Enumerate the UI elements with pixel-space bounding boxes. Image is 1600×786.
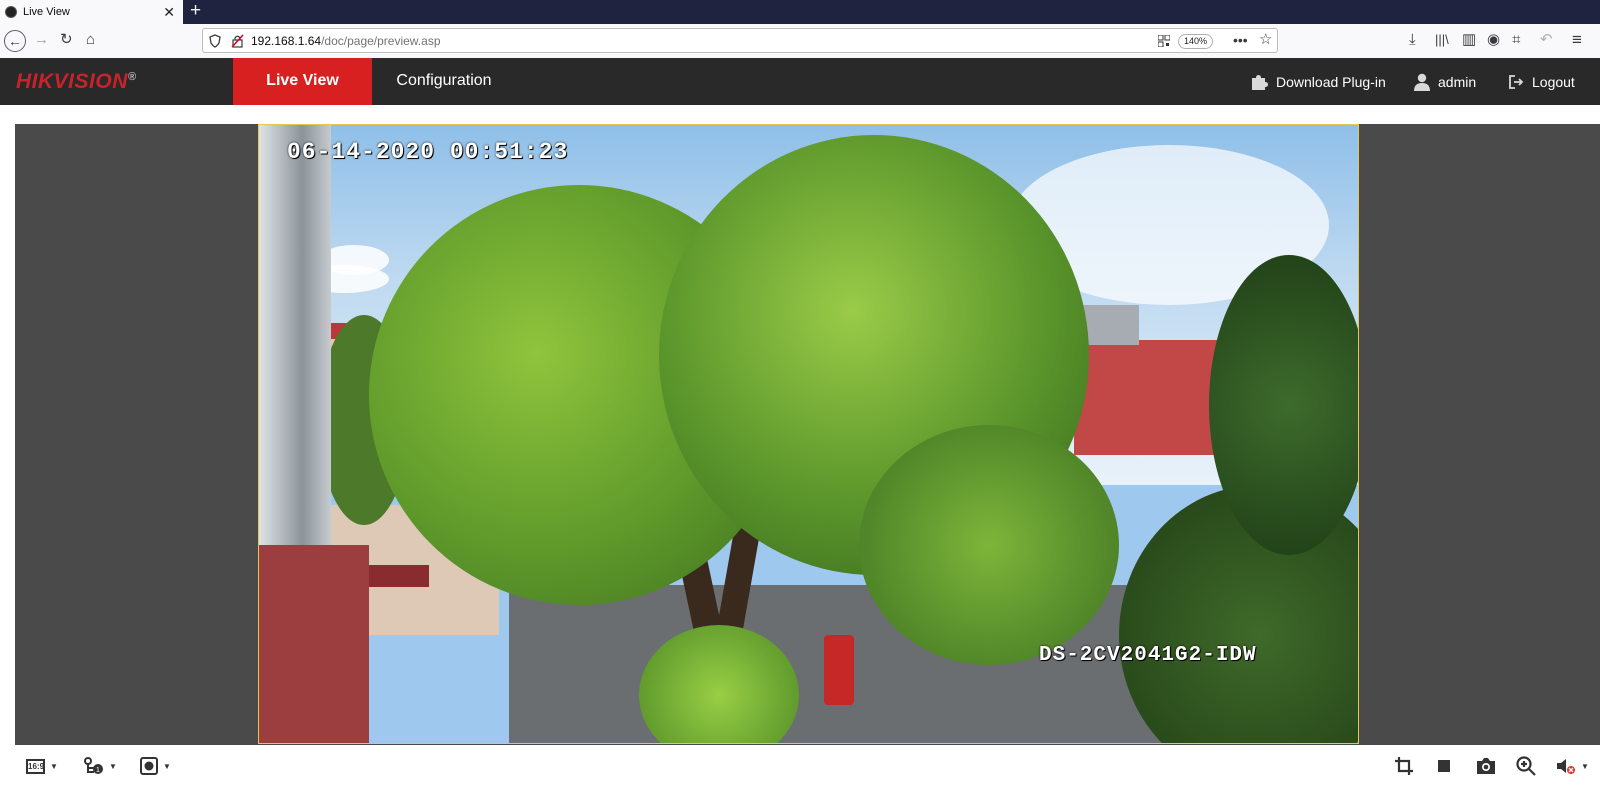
- url-host: 192.168.1.64: [251, 34, 322, 48]
- logout-button[interactable]: Logout: [1508, 58, 1575, 105]
- logo-mark: ®: [127, 71, 137, 83]
- camera-capture-icon: [1477, 758, 1495, 774]
- audio-dropdown[interactable]: ▼: [1556, 756, 1589, 776]
- download-plugin-label: Download Plug-in: [1276, 73, 1386, 90]
- stream-type-icon: 1: [84, 757, 103, 774]
- aspect-ratio-icon: 16:9: [26, 758, 45, 774]
- aspect-ratio-dropdown[interactable]: 16:9 ▼: [26, 756, 58, 776]
- chevron-down-icon: ▼: [1581, 761, 1589, 771]
- crop-button[interactable]: [1394, 756, 1414, 776]
- preview-toolbar: 16:9 ▼ 1 ▼ ▼ ▼: [0, 746, 1600, 786]
- logo-vision: VISION: [53, 70, 128, 93]
- video-tree-canopy: [859, 425, 1119, 665]
- tab-title: Live View: [23, 6, 70, 18]
- screenshot-icon[interactable]: ⌗: [1512, 30, 1520, 50]
- crop-icon: [1395, 757, 1413, 775]
- user-icon: [1414, 73, 1430, 91]
- video-red-bin: [824, 635, 854, 705]
- tab-live-view[interactable]: Live View: [233, 58, 372, 105]
- digital-zoom-button[interactable]: [1516, 756, 1536, 776]
- url-text[interactable]: 192.168.1.64/doc/page/preview.asp: [251, 34, 441, 48]
- back-arrow-icon[interactable]: ←: [4, 30, 26, 52]
- insecure-lock-icon[interactable]: [231, 34, 244, 48]
- osd-timestamp: 06-14-2020 00:51:23: [287, 139, 569, 165]
- menu-hamburger-icon[interactable]: ≡: [1572, 30, 1582, 50]
- page-actions-icon[interactable]: •••: [1233, 30, 1248, 50]
- video-red-wall: [259, 545, 369, 743]
- browser-tab[interactable]: Live View ✕: [0, 0, 183, 24]
- stop-icon: [1438, 760, 1450, 772]
- account-icon[interactable]: ◉: [1487, 30, 1500, 50]
- logout-icon: [1509, 74, 1524, 89]
- downloads-icon[interactable]: ⤓: [1409, 30, 1416, 50]
- shield-icon[interactable]: [209, 34, 221, 48]
- reload-icon[interactable]: ↻: [60, 30, 73, 50]
- speaker-muted-icon: [1557, 759, 1575, 774]
- zoom-in-icon: [1516, 756, 1536, 776]
- forward-arrow-icon[interactable]: →: [34, 30, 49, 50]
- stop-live-button[interactable]: [1437, 756, 1451, 776]
- browser-tabstrip: Live View ✕ +: [0, 0, 1600, 24]
- library-icon[interactable]: |||\: [1435, 30, 1449, 50]
- hikvision-logo: HIKVISION®: [16, 70, 136, 94]
- new-tab-button[interactable]: +: [190, 0, 201, 24]
- tab-close-icon[interactable]: ✕: [163, 5, 175, 19]
- undo-close-icon[interactable]: ↶: [1540, 30, 1553, 50]
- stream-type-dropdown[interactable]: 1 ▼: [84, 756, 117, 776]
- download-plugin-link[interactable]: Download Plug-in: [1250, 58, 1386, 105]
- url-path: /doc/page/preview.asp: [321, 34, 441, 48]
- tab-configuration[interactable]: Configuration: [372, 58, 516, 105]
- chevron-down-icon: ▼: [50, 761, 58, 771]
- chevron-down-icon: ▼: [163, 761, 171, 771]
- home-icon[interactable]: ⌂: [86, 30, 95, 50]
- app-header: HIKVISION® Live View Configuration Downl…: [0, 58, 1600, 105]
- osd-camera-model: DS-2CV2041G2-IDW: [1039, 644, 1257, 667]
- sidebar-icon[interactable]: ▥: [1462, 30, 1476, 50]
- puzzle-plugin-icon: [1252, 74, 1268, 90]
- url-bar[interactable]: 192.168.1.64/doc/page/preview.asp 140% •…: [202, 28, 1278, 53]
- svg-text:1: 1: [96, 767, 100, 774]
- browser-navbar: ← → ↻ ⌂ 192.168.1.64/doc/page/preview.as…: [0, 24, 1600, 59]
- player-plugin-icon: [140, 757, 158, 775]
- bookmark-star-icon[interactable]: ☆: [1259, 30, 1272, 50]
- zoom-level-badge[interactable]: 140%: [1178, 34, 1214, 49]
- chevron-down-icon: ▼: [109, 761, 117, 771]
- capture-button[interactable]: [1475, 756, 1497, 776]
- username-label: admin: [1438, 73, 1477, 90]
- video-dark-tree: [1209, 255, 1358, 555]
- qr-code-icon[interactable]: [1158, 35, 1170, 47]
- user-menu[interactable]: admin: [1414, 58, 1476, 105]
- logo-hik: HIK: [16, 70, 54, 93]
- plugin-type-dropdown[interactable]: ▼: [140, 756, 171, 776]
- camera-favicon-icon: [5, 6, 17, 18]
- live-video-window[interactable]: 06-14-2020 00:51:23 DS-2CV2041G2-IDW: [258, 124, 1359, 744]
- logout-label: Logout: [1532, 73, 1575, 90]
